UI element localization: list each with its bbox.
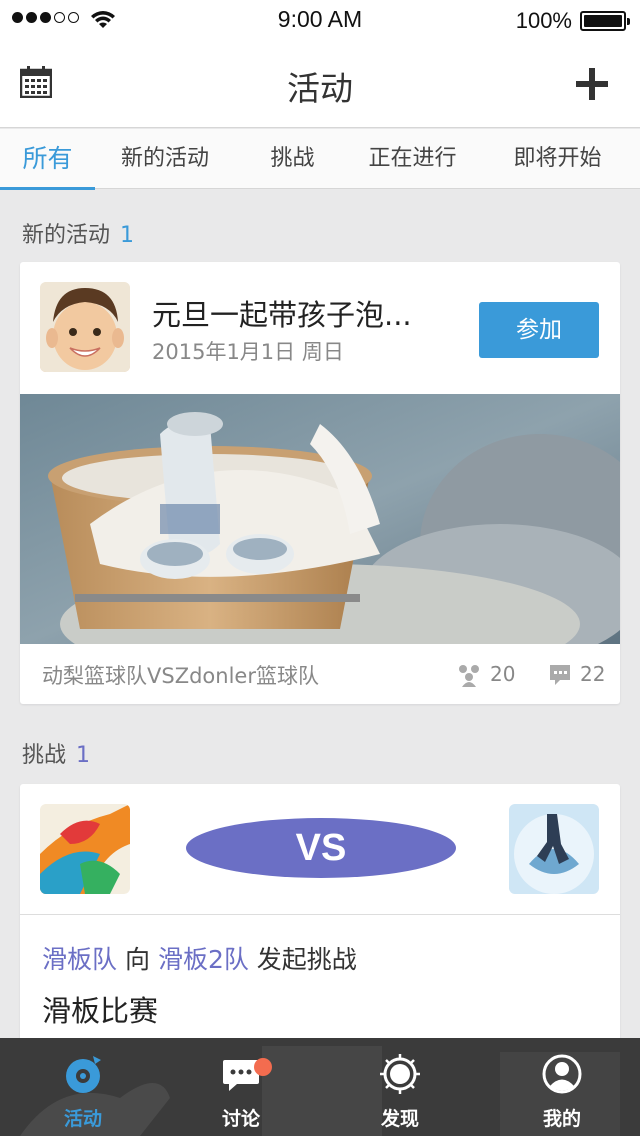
team-a-link[interactable]: 滑板队: [42, 945, 117, 974]
tab-challenges[interactable]: 挑战: [235, 129, 350, 189]
event-organizer: 动梨篮球队VSZdonler篮球队: [42, 664, 319, 688]
section-label: 新的活动: [22, 223, 111, 248]
challenge-action: 发起挑战: [256, 945, 357, 974]
section-header-new-events: 新的活动 1: [22, 217, 134, 249]
chat-icon: [223, 1060, 259, 1091]
event-date: 2015年1月1日 周日: [152, 340, 344, 364]
battery-percentage: 100%: [515, 8, 572, 33]
tab-new-events[interactable]: 新的活动: [95, 129, 235, 189]
event-card[interactable]: 元旦一起带孩子泡... 2015年1月1日 周日 参加 动梨篮球队VSZdonl…: [20, 262, 620, 704]
tab-bar-discover[interactable]: 发现: [320, 1038, 480, 1136]
event-photo: [20, 394, 620, 644]
team-b-link[interactable]: 滑板2队: [158, 945, 249, 974]
tab-upcoming[interactable]: 即将开始: [475, 129, 640, 189]
add-icon[interactable]: [576, 68, 608, 100]
challenge-connector: 向: [124, 945, 150, 974]
participants-count: 20: [490, 662, 516, 686]
event-title: 元旦一起带孩子泡...: [152, 298, 412, 332]
divider: [20, 914, 620, 915]
notification-badge: [254, 1058, 272, 1076]
tab-bar-label: 讨论: [221, 1108, 260, 1130]
tab-bar-label: 发现: [380, 1108, 419, 1130]
bottom-tab-bar: 活动 讨论 发现 我的: [0, 1038, 640, 1136]
challenge-title: 滑板比赛: [42, 994, 159, 1028]
filter-tabs: 所有 新的活动 挑战 正在进行 即将开始: [0, 129, 640, 190]
profile-icon: [542, 1054, 582, 1094]
section-count: 1: [120, 223, 135, 248]
tab-bar-profile[interactable]: 我的: [482, 1038, 640, 1136]
tab-bar-discussion[interactable]: 讨论: [161, 1038, 321, 1136]
comment-count: 22: [580, 662, 606, 686]
discover-icon: [380, 1054, 420, 1094]
team-b-avatar[interactable]: [509, 804, 599, 894]
tab-all[interactable]: 所有: [0, 129, 95, 190]
navigation-bar: 活动: [0, 40, 640, 128]
section-label: 挑战: [22, 743, 67, 768]
participants-icon: [459, 665, 479, 687]
team-a-avatar[interactable]: [40, 804, 130, 894]
tab-in-progress[interactable]: 正在进行: [350, 129, 475, 189]
tab-bar-label: 活动: [63, 1108, 102, 1130]
battery-icon: [580, 11, 630, 31]
organizer-avatar: [40, 282, 130, 372]
section-header-challenges: 挑战 1: [22, 737, 90, 769]
activity-icon: [66, 1056, 101, 1093]
section-count: 1: [76, 743, 91, 768]
join-button[interactable]: 参加: [479, 302, 599, 358]
page-title: 活动: [287, 69, 353, 108]
tab-bar-label: 我的: [542, 1108, 581, 1130]
event-footer: 动梨篮球队VSZdonler篮球队 20 22: [20, 644, 620, 704]
challenge-description: 滑板队 向 滑板2队 发起挑战: [42, 940, 357, 976]
comment-icon: [550, 665, 570, 685]
status-bar: 9:00 AM 100%: [0, 0, 640, 40]
vs-badge: VS: [186, 818, 456, 878]
tab-bar-activity[interactable]: 活动: [3, 1038, 163, 1136]
